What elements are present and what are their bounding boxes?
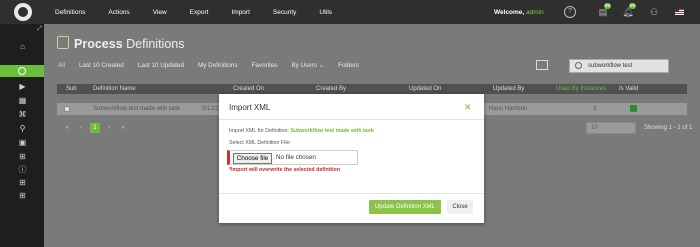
search-value: subworkflow test — [588, 63, 633, 69]
import-for-text: Import XML for Definition: Subworkflow t… — [229, 128, 374, 134]
tab-by-users[interactable]: By Users ⌄ — [291, 62, 324, 69]
chart-icon[interactable]: ▦ — [17, 95, 28, 106]
apps-icon[interactable]: ⊞ — [17, 177, 28, 188]
menu-actions[interactable]: Actions — [108, 9, 129, 16]
table-header: Sub Definition Name Created On Created B… — [57, 84, 687, 94]
col-is-valid[interactable]: Is Valid — [619, 86, 638, 92]
welcome-text: Welcome, admin — [494, 9, 544, 16]
menu-export[interactable]: Export — [190, 9, 209, 16]
page-title: Process Definitions — [74, 37, 185, 51]
modules-icon[interactable]: ⊞ — [17, 190, 28, 201]
dialog-header-divider — [219, 119, 484, 120]
row-select-checkbox[interactable] — [64, 106, 70, 112]
welcome-prefix: Welcome, — [494, 9, 525, 16]
column-toggle-icon[interactable] — [536, 60, 548, 70]
import-for-label: Import XML for Definition: — [229, 128, 289, 134]
title-bold: Process — [74, 37, 123, 51]
help-icon[interactable]: ? — [564, 6, 576, 18]
col-created-on[interactable]: Created On — [233, 86, 264, 92]
menu-view[interactable]: View — [153, 9, 167, 16]
title-rest: Definitions — [122, 37, 185, 51]
dialog-title: Import XML — [229, 103, 271, 112]
main-menu: Definitions Actions View Export Import S… — [55, 0, 355, 24]
bell-badge: 99 — [629, 3, 637, 9]
row-updated-by: Hans Harrison — [489, 106, 528, 112]
process-icon[interactable] — [0, 65, 44, 77]
dialog-footer-divider — [219, 193, 484, 194]
next-page-button[interactable]: › — [104, 123, 114, 133]
play-icon[interactable]: ▶ — [17, 81, 28, 92]
first-page-button[interactable]: « — [62, 123, 72, 133]
valid-check-icon — [630, 105, 637, 112]
tab-my-definitions[interactable]: My Definitions — [198, 62, 238, 69]
col-definition-name[interactable]: Definition Name — [93, 86, 136, 92]
user-settings-icon[interactable]: ⚇ — [648, 6, 660, 18]
tab-last-created[interactable]: Last 10 Created — [79, 62, 124, 69]
filter-tabs: All Last 10 Created Last 10 Updated My D… — [58, 62, 373, 69]
page-1-button[interactable]: 1 — [90, 123, 100, 133]
choose-file-button[interactable]: Choose file — [233, 152, 272, 164]
top-bar: Definitions Actions View Export Import S… — [0, 0, 700, 24]
row-definition-name[interactable]: Subworkflow test made with task — [93, 106, 180, 112]
pagination: « ‹ 1 › » — [62, 123, 132, 133]
showing-count: Showing 1 - 1 of 1 — [644, 125, 693, 131]
menu-security[interactable]: Security — [273, 9, 296, 16]
search-icon[interactable]: ⚲ — [17, 123, 28, 134]
import-xml-dialog: Import XML ✕ Import XML for Definition: … — [219, 94, 484, 223]
info-icon[interactable]: ⓘ — [17, 164, 28, 175]
overwrite-warning: *Import will overwrite the selected defi… — [229, 167, 340, 173]
grid-icon[interactable]: ⊞ — [17, 151, 28, 162]
sidebar: ⤢ ⌂ ▶ ▦ ⌘ ⚲ ▣ ⊞ ⓘ ⊞ ⊞ — [0, 24, 44, 247]
menu-definitions[interactable]: Definitions — [55, 9, 85, 16]
col-updated-by[interactable]: Updated By — [493, 86, 524, 92]
sidebar-divider — [17, 49, 28, 60]
close-icon[interactable]: ✕ — [464, 102, 472, 113]
row-instances: 3 — [593, 106, 597, 112]
row-created-on: 5/12/2 — [202, 106, 219, 112]
xml-file-input[interactable]: Choose file No file chosen — [227, 150, 358, 165]
menu-import[interactable]: Import — [231, 9, 249, 16]
tasks-badge: 99 — [604, 3, 612, 9]
file-field-label: Select XML Definition File: — [229, 140, 291, 146]
last-page-button[interactable]: » — [118, 123, 128, 133]
search-input[interactable]: subworkflow test — [569, 59, 669, 73]
import-definition-name: Subworkflow test made with task — [290, 128, 374, 134]
update-definition-xml-button[interactable]: Update Definition XML — [369, 200, 441, 214]
username-link[interactable]: admin — [526, 9, 544, 16]
close-button[interactable]: Close — [447, 200, 473, 214]
col-sub[interactable]: Sub — [66, 86, 77, 92]
tab-all[interactable]: All — [58, 62, 65, 69]
process-definitions-icon — [57, 36, 69, 49]
tab-last-updated[interactable]: Last 10 Updated — [138, 62, 184, 69]
search-field-icon — [575, 62, 582, 69]
page-size-select[interactable]: 10 — [586, 122, 636, 134]
language-flag-icon[interactable] — [675, 9, 684, 15]
col-used-by-instances[interactable]: Used By Instances — [556, 86, 606, 92]
app-logo[interactable] — [14, 3, 32, 21]
tab-favorites[interactable]: Favorites — [252, 62, 278, 69]
tag-icon[interactable]: ⌘ — [17, 109, 28, 120]
menu-utils[interactable]: Utils — [319, 9, 332, 16]
tab-folders[interactable]: Folders — [338, 62, 359, 69]
no-file-text: No file chosen — [276, 154, 316, 161]
col-updated-on[interactable]: Updated On — [409, 86, 441, 92]
prev-page-button[interactable]: ‹ — [76, 123, 86, 133]
col-created-by[interactable]: Created By — [316, 86, 346, 92]
dashboard-icon[interactable]: ▣ — [17, 137, 28, 148]
